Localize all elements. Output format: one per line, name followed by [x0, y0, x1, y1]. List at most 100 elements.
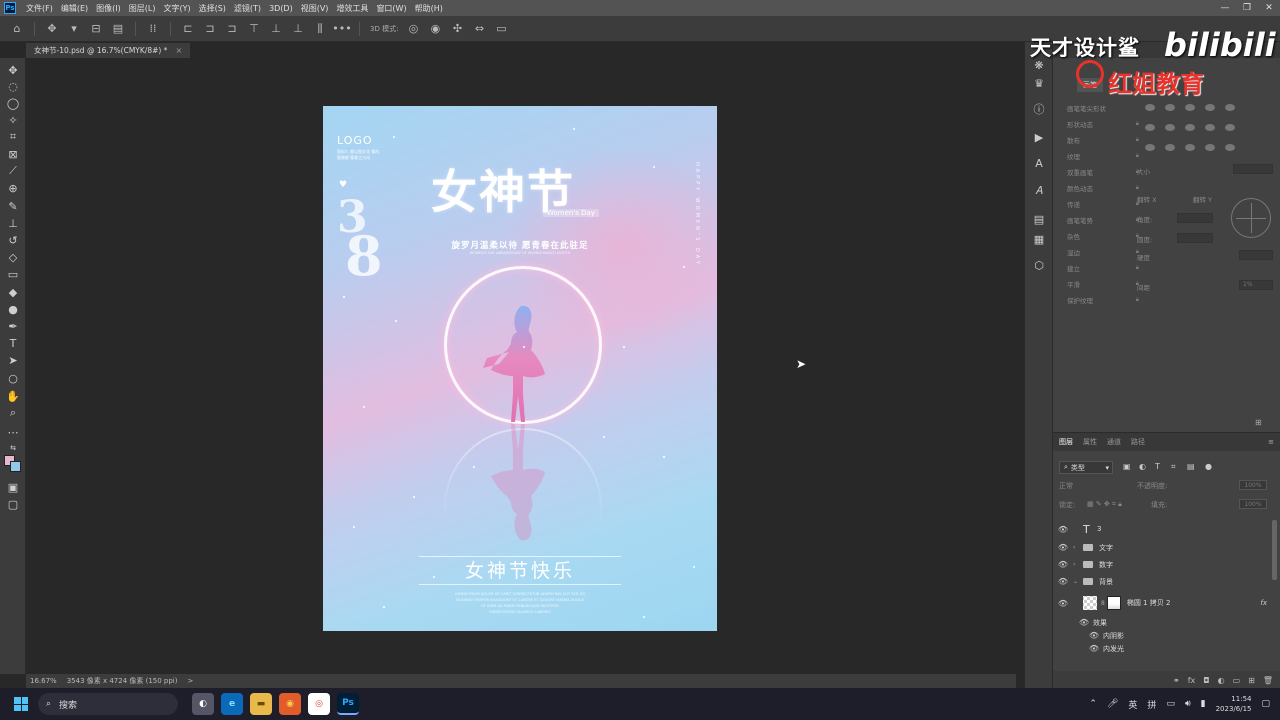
filter-shape-icon[interactable]: ⌗ — [1171, 462, 1176, 472]
brush-option[interactable]: 平滑 🔒︎ — [1067, 276, 1139, 292]
paragraph-icon[interactable]: 𝐴 — [1032, 184, 1046, 198]
pen-tool-icon[interactable]: ✒ — [5, 318, 21, 334]
marquee-tool-icon[interactable]: ◌ — [5, 78, 21, 94]
angle-field[interactable] — [1177, 213, 1213, 223]
brush-option[interactable]: 画笔笔势 🔒︎ — [1067, 212, 1139, 228]
layer-row[interactable]: 👁︎ › 文字 — [1053, 539, 1273, 556]
flip-x-checkbox[interactable]: 翻转 X — [1137, 194, 1157, 204]
new-group-icon[interactable]: ▭ — [1233, 676, 1241, 685]
layer-row[interactable]: 👁︎ ⌄ 背景 — [1053, 573, 1273, 590]
fx-icon[interactable]: fx — [1260, 599, 1267, 607]
actions-play-icon[interactable]: ▶ — [1032, 130, 1046, 144]
eraser-tool-icon[interactable]: ◇ — [5, 249, 21, 265]
eye-icon[interactable]: 👁︎ — [1053, 631, 1103, 640]
battery-icon[interactable]: ▮ — [1201, 699, 1206, 709]
brush-tip[interactable] — [1225, 144, 1235, 151]
link-icon[interactable]: 8 — [1101, 600, 1105, 607]
brush-option[interactable]: 湿边 🔒︎ — [1067, 244, 1139, 260]
distribute-icon[interactable]: ⫼ — [313, 22, 327, 36]
volume-icon[interactable]: 🔊︎ — [1185, 699, 1191, 709]
spacing-field[interactable]: 1% — [1239, 280, 1273, 290]
menu-select[interactable]: 选择(S) — [195, 3, 230, 14]
brush-tip[interactable] — [1225, 124, 1235, 131]
align-left-icon[interactable]: ⊏ — [181, 22, 195, 36]
filter-adjust-icon[interactable]: ◐ — [1139, 462, 1146, 471]
menu-type[interactable]: 文字(Y) — [159, 3, 194, 14]
brush-tip[interactable] — [1205, 124, 1215, 131]
opacity-field[interactable]: 100% — [1239, 480, 1267, 490]
brush-option[interactable]: 颜色动态 🔒︎ — [1067, 180, 1139, 196]
layer-row-selected[interactable]: 👁︎ 8 椭圆 1 拷贝 2 fx — [1053, 590, 1273, 616]
effect-row[interactable]: 👁︎ 内发光 — [1053, 642, 1273, 655]
zoom-level[interactable]: 16.67% — [30, 677, 57, 685]
brush-option[interactable]: 传递 🔒︎ — [1067, 196, 1139, 212]
3d-cube-icon[interactable]: ⬡ — [1032, 258, 1046, 272]
minimize-icon[interactable]: — — [1214, 0, 1236, 16]
path-select-icon[interactable]: ➤ — [5, 352, 21, 368]
add-mask-icon[interactable]: ◘ — [1203, 676, 1209, 685]
ps-logo-icon[interactable]: Ps — [4, 2, 16, 14]
close-window-icon[interactable]: ✕ — [1258, 0, 1280, 16]
menu-view[interactable]: 视图(V) — [297, 3, 333, 14]
chevron-down-icon[interactable]: ▾ — [67, 22, 81, 36]
brush-presets-icon[interactable]: ♛ — [1032, 76, 1046, 90]
home-icon[interactable]: ⌂ — [10, 22, 24, 36]
brush-tip[interactable] — [1185, 124, 1195, 131]
brush-angle-preview[interactable] — [1231, 198, 1271, 238]
screen-mode-icon[interactable]: ▢ — [5, 496, 21, 512]
dodge-tool-icon[interactable]: ● — [5, 301, 21, 317]
3d-roll-icon[interactable]: ◉ — [428, 22, 442, 36]
layer-row[interactable]: 👁︎ › 数字 — [1053, 556, 1273, 573]
brush-option[interactable]: 双重画笔 🔒︎ — [1067, 164, 1139, 180]
menu-edit[interactable]: 编辑(E) — [57, 3, 92, 14]
document-tab[interactable]: 女神节-10.psd @ 16.7%(CMYK/8#) * × — [26, 43, 191, 58]
align-bottom-icon[interactable]: ⊥ — [291, 22, 305, 36]
3d-scale-icon[interactable]: ▭ — [494, 22, 508, 36]
layers-scrollbar[interactable] — [1272, 520, 1277, 580]
blend-mode-select[interactable]: 正常 — [1059, 481, 1129, 493]
swap-colors-icon[interactable]: ⇆ — [5, 440, 21, 456]
history-brush-icon[interactable]: ↺ — [5, 232, 21, 248]
menu-layer[interactable]: 图层(L) — [125, 3, 160, 14]
restore-icon[interactable]: ❐ — [1236, 0, 1258, 16]
brush-tip[interactable] — [1185, 144, 1195, 151]
auto-select-icon[interactable]: ⊟ — [89, 22, 103, 36]
brush-option[interactable]: 散布 🔒︎ — [1067, 132, 1139, 148]
delete-layer-icon[interactable]: 🗑︎ — [1263, 676, 1273, 685]
tab-properties[interactable]: 属性 — [1083, 437, 1097, 447]
menu-window[interactable]: 窗口(W) — [372, 3, 410, 14]
type-tool-icon[interactable]: T — [5, 335, 21, 351]
network-icon[interactable]: ▭ — [1166, 699, 1175, 709]
crop-tool-icon[interactable]: ⌗ — [5, 129, 21, 145]
status-arrow-icon[interactable]: > — [187, 677, 193, 685]
align-right-icon[interactable]: ⊐ — [225, 22, 239, 36]
brush-tip[interactable] — [1165, 124, 1175, 131]
hand-tool-icon[interactable]: ✋ — [5, 388, 21, 404]
info-icon[interactable]: ⓘ — [1032, 102, 1046, 116]
panel-menu-icon[interactable]: ≡ — [1268, 438, 1274, 446]
filter-smart-icon[interactable]: ▤ — [1187, 462, 1195, 471]
canvas-area[interactable]: LOGO 国际/I, 都以图文化 都的健康都 都都立方向 ♥ 3 8 女神节 W… — [26, 58, 1016, 674]
filter-pixel-icon[interactable]: ▣ — [1123, 462, 1131, 471]
link-layers-icon[interactable]: ⚭ — [1173, 676, 1180, 685]
brush-tip[interactable] — [1145, 144, 1155, 151]
windows-start-icon[interactable] — [14, 697, 28, 711]
chevron-right-icon[interactable]: › — [1073, 561, 1083, 568]
brush-option[interactable]: 杂色 🔒︎ — [1067, 228, 1139, 244]
quick-mask-icon[interactable]: ▣ — [5, 479, 21, 495]
new-brush-icon[interactable]: ⊞ — [1255, 418, 1262, 427]
flip-y-checkbox[interactable]: 翻转 Y — [1193, 194, 1212, 204]
widgets-icon[interactable]: ◐ — [192, 693, 214, 715]
brush-size-field[interactable] — [1233, 164, 1273, 174]
roundness-field[interactable] — [1177, 233, 1213, 243]
more-tools-icon[interactable]: ⋯ — [5, 424, 21, 440]
microphone-icon[interactable]: 🎤︎ — [1107, 699, 1118, 709]
ellipse-tool-icon[interactable]: ○ — [5, 370, 21, 386]
eye-icon[interactable]: 👁︎ — [1053, 525, 1073, 534]
menu-filter[interactable]: 滤镜(T) — [230, 3, 265, 14]
eye-icon[interactable]: 👁︎ — [1053, 560, 1073, 569]
3d-slide-icon[interactable]: ⇔ — [472, 22, 486, 36]
notification-icon[interactable]: ▢ — [1261, 699, 1270, 709]
brush-tip[interactable] — [1165, 144, 1175, 151]
taskbar-clock[interactable]: 11:54 2023/6/15 — [1216, 694, 1252, 714]
